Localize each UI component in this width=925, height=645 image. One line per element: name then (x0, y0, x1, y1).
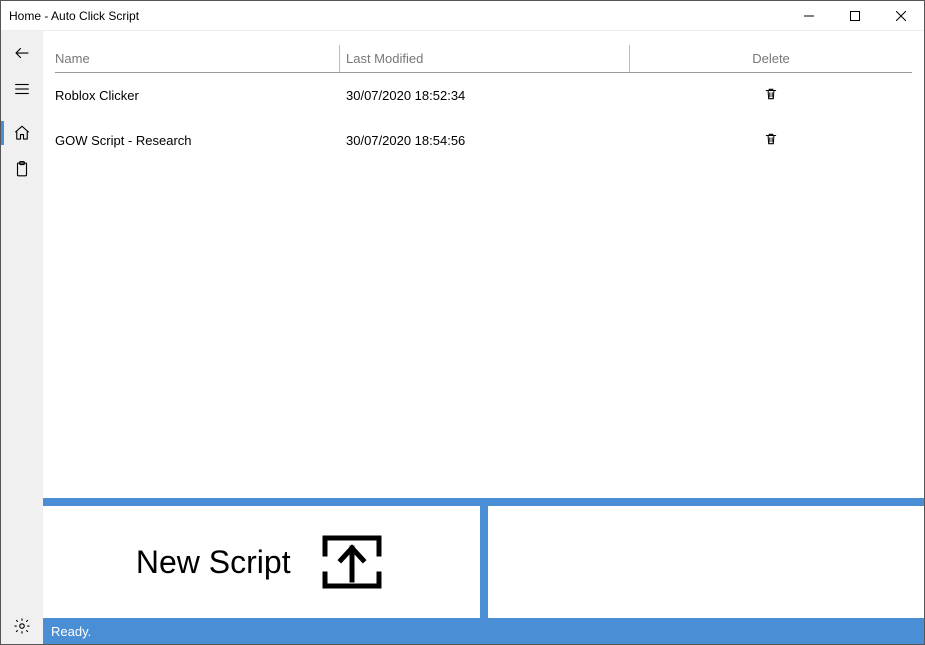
delete-button[interactable] (764, 132, 778, 146)
empty-card[interactable] (488, 506, 925, 618)
bottom-panel: New Script (43, 498, 924, 618)
minimize-icon (804, 11, 814, 21)
table-row[interactable]: Roblox Clicker 30/07/2020 18:52:34 (55, 73, 912, 118)
body: Name Last Modified Delete Roblox Clicker… (1, 31, 924, 644)
clipboard-button[interactable] (1, 151, 43, 187)
new-script-card[interactable]: New Script (43, 506, 480, 618)
arrow-left-icon (13, 44, 31, 62)
app-window: Home - Auto Click Script (0, 0, 925, 645)
cell-name: Roblox Clicker (55, 88, 340, 103)
gear-icon (13, 617, 31, 635)
close-button[interactable] (878, 1, 924, 30)
sidebar (1, 31, 43, 644)
close-icon (896, 11, 906, 21)
hamburger-icon (13, 80, 31, 98)
new-script-label: New Script (136, 544, 291, 581)
status-bar: Ready. (43, 618, 924, 644)
trash-icon (764, 87, 778, 101)
trash-icon (764, 132, 778, 146)
window-title: Home - Auto Click Script (1, 9, 139, 23)
maximize-button[interactable] (832, 1, 878, 30)
home-button[interactable] (1, 115, 43, 151)
back-button[interactable] (1, 35, 43, 71)
header-delete[interactable]: Delete (630, 45, 912, 72)
cell-name: GOW Script - Research (55, 133, 340, 148)
cell-delete (630, 132, 912, 149)
settings-button[interactable] (1, 608, 43, 644)
delete-button[interactable] (764, 87, 778, 101)
status-text: Ready. (51, 624, 91, 639)
menu-button[interactable] (1, 71, 43, 107)
cell-modified: 30/07/2020 18:52:34 (340, 88, 630, 103)
cell-delete (630, 87, 912, 104)
scripts-table: Name Last Modified Delete Roblox Clicker… (55, 45, 912, 163)
main: Name Last Modified Delete Roblox Clicker… (43, 31, 924, 644)
minimize-button[interactable] (786, 1, 832, 30)
home-icon (13, 124, 31, 142)
cell-modified: 30/07/2020 18:54:56 (340, 133, 630, 148)
clipboard-icon (13, 160, 31, 178)
upload-icon (317, 534, 387, 590)
content: Name Last Modified Delete Roblox Clicker… (43, 31, 924, 498)
table-header: Name Last Modified Delete (55, 45, 912, 73)
window-controls (786, 1, 924, 30)
maximize-icon (850, 11, 860, 21)
header-name[interactable]: Name (55, 45, 340, 72)
header-modified[interactable]: Last Modified (340, 45, 630, 72)
titlebar: Home - Auto Click Script (1, 1, 924, 31)
table-row[interactable]: GOW Script - Research 30/07/2020 18:54:5… (55, 118, 912, 163)
